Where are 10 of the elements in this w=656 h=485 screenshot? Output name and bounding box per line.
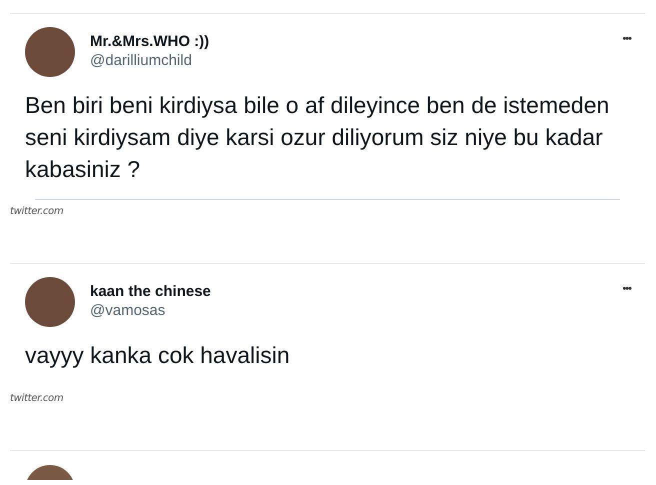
display-name: kaan the chinese	[90, 283, 211, 302]
tweet-text: Ben biri beni kirdiysa bile o af dileyince ben de istemeden seni kirdiysam diye karsi ozur diliyorum siz niye bu kadar kabasiniz ?	[24, 91, 610, 184]
more-options-button[interactable]: •••	[622, 31, 631, 48]
more-options-button[interactable]: •••	[622, 281, 631, 298]
display-name: Mr.&Mrs.WHO :))	[90, 33, 210, 52]
user-handle: @darilliumchild	[90, 52, 193, 70]
source-caption: twitter.com	[10, 392, 64, 406]
source-caption: twitter.com	[10, 205, 64, 219]
user-handle: @vamosas	[90, 302, 166, 320]
tweet-text: vayyy kanka cok havalisin	[24, 341, 291, 370]
